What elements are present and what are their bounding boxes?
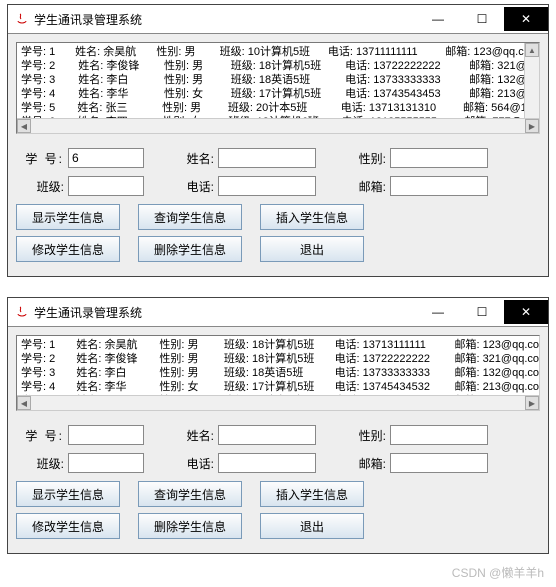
table-row[interactable]: 学号: 2姓名: 李俊锋性别: 男班级: 18计算机5班电话: 13722222… (21, 59, 539, 73)
titlebar[interactable]: 学生通讯录管理系统 — ☐ ✕ (8, 5, 548, 34)
button-panel: 显示学生信息 查询学生信息 插入学生信息 修改学生信息 删除学生信息 退出 (16, 204, 540, 262)
label-sex: 性别: (338, 427, 386, 444)
minimize-button[interactable]: — (416, 7, 460, 31)
student-list[interactable]: 学号: 1姓名: 余昊航性别: 男班级: 18计算机5班电话: 13713111… (16, 335, 540, 411)
label-email: 邮箱: (338, 455, 386, 472)
maximize-button[interactable]: ☐ (460, 7, 504, 31)
label-class: 班级: (16, 178, 64, 195)
window-buttons: — ☐ ✕ (416, 7, 548, 31)
table-row[interactable]: 学号: 1姓名: 余昊航性别: 男班级: 10计算机5班电话: 13711111… (21, 45, 539, 59)
content: 学号: 1姓名: 余昊航性别: 男班级: 18计算机5班电话: 13713111… (8, 327, 548, 553)
maximize-button[interactable]: ☐ (460, 300, 504, 324)
watermark: CSDN @懒羊羊h (452, 564, 544, 581)
label-class: 班级: (16, 455, 64, 472)
exit-button[interactable]: 退出 (260, 236, 364, 262)
input-email[interactable] (390, 176, 488, 196)
minimize-button[interactable]: — (416, 300, 460, 324)
input-name[interactable] (218, 425, 316, 445)
table-row[interactable]: 学号: 4姓名: 李华性别: 女班级: 17计算机5班电话: 137454345… (21, 380, 539, 394)
form: 学 号: 姓名: 性别: 班级: 电话: 邮箱: (16, 148, 540, 196)
label-sex: 性别: (338, 150, 386, 167)
show-button[interactable]: 显示学生信息 (16, 204, 120, 230)
form: 学 号: 姓名: 性别: 班级: 电话: 邮箱: (16, 425, 540, 473)
edit-button[interactable]: 修改学生信息 (16, 236, 120, 262)
scrollbar-horizontal[interactable]: ◀▶ (17, 118, 539, 133)
window-buttons: — ☐ ✕ (416, 300, 548, 324)
label-email: 邮箱: (338, 178, 386, 195)
window-title: 学生通讯录管理系统 (34, 11, 416, 28)
table-row[interactable]: 学号: 3姓名: 李白性别: 男班级: 18英语5班电话: 1373333333… (21, 366, 539, 380)
window-2: 学生通讯录管理系统 — ☐ ✕ 学号: 1姓名: 余昊航性别: 男班级: 18计… (7, 297, 549, 554)
table-row[interactable]: 学号: 5姓名: 张三性别: 男班级: 20计本5班电话: 1371313131… (21, 101, 539, 115)
insert-button[interactable]: 插入学生信息 (260, 481, 364, 507)
table-row[interactable]: 学号: 2姓名: 李俊锋性别: 男班级: 18计算机5班电话: 13722222… (21, 352, 539, 366)
table-row[interactable]: 学号: 1姓名: 余昊航性别: 男班级: 18计算机5班电话: 13713111… (21, 338, 539, 352)
input-sex[interactable] (390, 148, 488, 168)
show-button[interactable]: 显示学生信息 (16, 481, 120, 507)
edit-button[interactable]: 修改学生信息 (16, 513, 120, 539)
input-class[interactable] (68, 453, 144, 473)
input-id[interactable] (68, 148, 144, 168)
query-button[interactable]: 查询学生信息 (138, 481, 242, 507)
student-list[interactable]: ▲ 学号: 1姓名: 余昊航性别: 男班级: 10计算机5班电话: 137111… (16, 42, 540, 134)
content: ▲ 学号: 1姓名: 余昊航性别: 男班级: 10计算机5班电话: 137111… (8, 34, 548, 276)
input-phone[interactable] (218, 176, 316, 196)
input-name[interactable] (218, 148, 316, 168)
titlebar[interactable]: 学生通讯录管理系统 — ☐ ✕ (8, 298, 548, 327)
java-icon (14, 11, 30, 27)
window-title: 学生通讯录管理系统 (34, 304, 416, 321)
label-phone: 电话: (166, 455, 214, 472)
window-1: 学生通讯录管理系统 — ☐ ✕ ▲ 学号: 1姓名: 余昊航性别: 男班级: 1… (7, 4, 549, 277)
input-phone[interactable] (218, 453, 316, 473)
label-name: 姓名: (166, 427, 214, 444)
table-row[interactable]: 学号: 3姓名: 李白性别: 男班级: 18英语5班电话: 1373333333… (21, 73, 539, 87)
scrollbar-horizontal[interactable]: ◀▶ (17, 395, 539, 410)
exit-button[interactable]: 退出 (260, 513, 364, 539)
close-button[interactable]: ✕ (504, 7, 548, 31)
input-email[interactable] (390, 453, 488, 473)
label-phone: 电话: (166, 178, 214, 195)
input-class[interactable] (68, 176, 144, 196)
java-icon (14, 304, 30, 320)
delete-button[interactable]: 删除学生信息 (138, 513, 242, 539)
scrollbar-vertical[interactable]: ▲ (524, 43, 539, 119)
button-panel: 显示学生信息 查询学生信息 插入学生信息 修改学生信息 删除学生信息 退出 (16, 481, 540, 539)
label-id: 学 号: (16, 427, 64, 444)
delete-button[interactable]: 删除学生信息 (138, 236, 242, 262)
label-id: 学 号: (16, 150, 64, 167)
input-id[interactable] (68, 425, 144, 445)
input-sex[interactable] (390, 425, 488, 445)
close-button[interactable]: ✕ (504, 300, 548, 324)
label-name: 姓名: (166, 150, 214, 167)
insert-button[interactable]: 插入学生信息 (260, 204, 364, 230)
query-button[interactable]: 查询学生信息 (138, 204, 242, 230)
table-row[interactable]: 学号: 4姓名: 李华性别: 女班级: 17计算机5班电话: 137435434… (21, 87, 539, 101)
